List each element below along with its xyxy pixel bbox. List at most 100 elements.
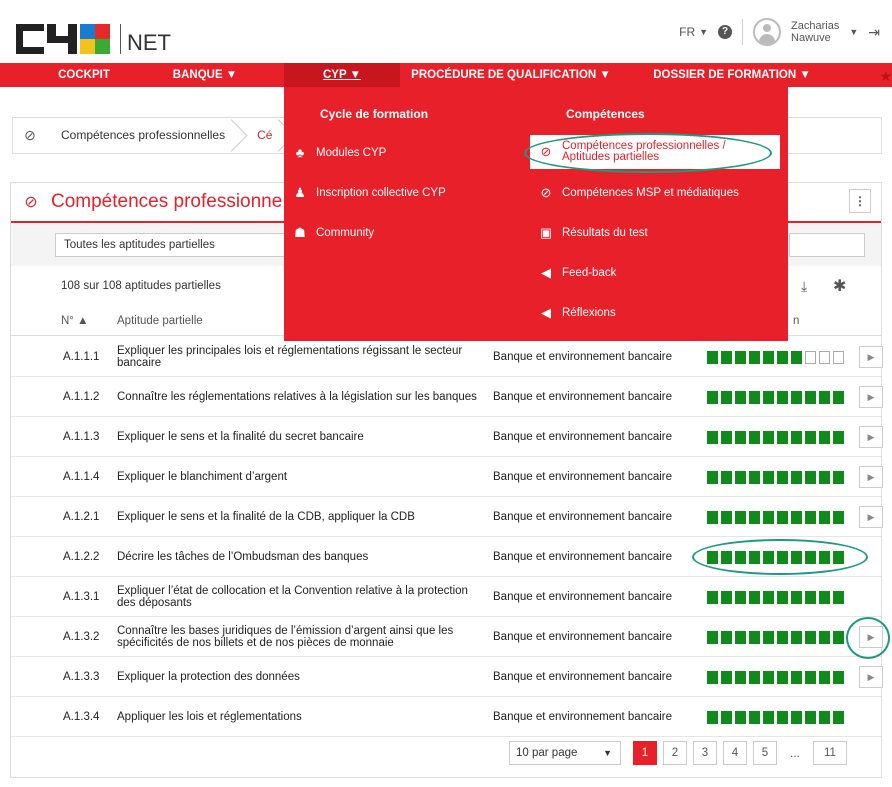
cyp-mega-menu: Cycle de formation ♣ Modules CYP ♟ Inscr… — [284, 87, 788, 341]
table-row[interactable]: A.1.1.2 Connaître les réglementations rel… — [11, 377, 883, 417]
user-name[interactable]: Zacharias Nawuve — [791, 20, 839, 44]
table-row[interactable]: A.1.3.2 Connaître les bases juridiques de… — [11, 617, 883, 657]
aptitude-filter-select[interactable]: Toutes les aptitudes partielles — [55, 233, 290, 257]
aptitude-number: A.1.1.3 — [63, 431, 100, 443]
star-icon[interactable]: ★ — [879, 68, 892, 85]
aptitude-title[interactable]: Appliquer les lois et réglementations — [117, 697, 489, 737]
table-row[interactable]: A.1.2.1 Expliquer le sens et la finalité … — [11, 497, 883, 537]
nav-dossier-formation[interactable]: DOSSIER DE FORMATION ▼ — [632, 63, 832, 87]
progress-block-filled — [763, 671, 774, 684]
search-input[interactable] — [789, 233, 865, 257]
aptitude-title[interactable]: Décrire les tâches de l’Ombudsman des ba… — [117, 537, 489, 577]
aptitude-title[interactable]: Expliquer le sens et la finalité du secr… — [117, 417, 489, 457]
aptitude-title[interactable]: Expliquer le blanchiment d’argent — [117, 457, 489, 497]
aptitude-category: Banque et environnement bancaire — [493, 431, 673, 443]
progress-block-filled — [749, 351, 760, 364]
download-icon[interactable]: ⤓ — [801, 278, 807, 295]
breadcrumb-item-competences[interactable]: Compétences professionnelles — [47, 117, 243, 154]
avatar[interactable] — [753, 18, 782, 46]
progress-block-filled — [833, 671, 844, 684]
page-button-5[interactable]: 5 — [753, 741, 777, 765]
page-button-1[interactable]: 1 — [633, 741, 657, 765]
menu-item-modules-cyp[interactable]: ♣ Modules CYP — [292, 145, 387, 160]
user-menu-caret-icon[interactable]: ▼ — [849, 27, 858, 37]
aptitude-title[interactable]: Expliquer l’état de collocation et la Co… — [117, 577, 489, 617]
nav-procedure-qualification[interactable]: PROCÉDURE DE QUALIFICATION ▼ — [404, 63, 618, 87]
language-selector[interactable]: FR ▼ — [679, 25, 708, 39]
menu-item-reflexions[interactable]: ◀ Réflexions — [538, 305, 616, 321]
panel-title: Compétences professionne — [51, 191, 283, 212]
nav-cockpit[interactable]: COCKPIT — [44, 63, 124, 87]
progress-block-filled — [819, 391, 830, 404]
menu-item-inscription-collective[interactable]: ♟ Inscription collective CYP — [292, 185, 446, 201]
per-page-select[interactable]: 10 par page ▼ — [509, 741, 621, 765]
table-row[interactable]: A.1.1.1 Expliquer les principales lois et… — [11, 337, 883, 377]
page-button-3[interactable]: 3 — [693, 741, 717, 765]
progress-block-filled — [763, 511, 774, 524]
progress-block-filled — [777, 631, 788, 644]
page-button-last[interactable]: 11 — [813, 741, 847, 765]
play-button[interactable]: ▶ — [859, 506, 883, 528]
progress-block-filled — [707, 671, 718, 684]
menu-item-community[interactable]: ☗ Community — [292, 225, 374, 241]
progress-block-filled — [833, 711, 844, 724]
progress-blocks — [707, 391, 844, 404]
aptitude-title[interactable]: Connaître les bases juridiques de l’émis… — [117, 617, 489, 657]
progress-block-filled — [721, 511, 732, 524]
nav-banque[interactable]: BANQUE ▼ — [150, 63, 260, 87]
menu-item-feedback[interactable]: ◀ Feed-back — [538, 265, 616, 281]
main-nav: COCKPIT BANQUE ▼ CYP ▼ PROCÉDURE DE QUAL… — [0, 63, 892, 87]
logout-icon[interactable]: ⇥ — [868, 24, 880, 41]
column-header-aptitude[interactable]: Aptitude partielle — [117, 315, 203, 327]
play-button[interactable]: ▶ — [859, 426, 883, 448]
gear-icon[interactable]: ✱ — [833, 276, 846, 296]
play-button[interactable]: ▶ — [859, 666, 883, 688]
progress-block-filled — [735, 391, 746, 404]
progress-block-filled — [791, 711, 802, 724]
table-row[interactable]: A.1.3.3 Expliquer la protection des donné… — [11, 657, 883, 697]
progress-block-filled — [707, 591, 718, 604]
table-row[interactable]: A.1.3.4 Appliquer les lois et réglementat… — [11, 697, 881, 737]
column-header-number[interactable]: N° ▲ — [61, 315, 88, 327]
play-button[interactable]: ▶ — [859, 346, 883, 368]
progress-block-filled — [805, 471, 816, 484]
table-row[interactable]: A.1.3.1 Expliquer l’état de collocation e… — [11, 577, 881, 617]
progress-block-filled — [805, 711, 816, 724]
aptitude-title[interactable]: Expliquer le sens et la finalité de la C… — [117, 497, 489, 537]
page-button-4[interactable]: 4 — [723, 741, 747, 765]
progress-blocks — [707, 351, 844, 364]
help-icon[interactable]: ? — [718, 25, 733, 39]
progress-block-empty — [833, 351, 844, 364]
play-button[interactable]: ▶ — [859, 386, 883, 408]
aptitude-title[interactable]: Expliquer les principales lois et réglem… — [117, 337, 489, 377]
menu-item-resultats-test[interactable]: ▣ Résultats du test — [538, 225, 648, 241]
per-page-label: 10 par page — [516, 747, 578, 759]
progress-blocks — [707, 671, 844, 684]
progress-block-filled — [707, 711, 718, 724]
play-button[interactable]: ▶ — [859, 466, 883, 488]
aptitude-title[interactable]: Connaître les réglementations relatives … — [117, 377, 489, 417]
menu-item-label: Modules CYP — [316, 146, 387, 159]
progress-block-filled — [777, 391, 788, 404]
page-button-2[interactable]: 2 — [663, 741, 687, 765]
menu-item-competences-msp[interactable]: ⊘ Compétences MSP et médiatiques — [538, 185, 739, 201]
progress-block-filled — [707, 471, 718, 484]
logo-net-text: NET — [127, 30, 171, 55]
cyp-logo[interactable]: NET — [16, 14, 171, 54]
progress-blocks — [707, 431, 844, 444]
progress-block-filled — [819, 511, 830, 524]
more-options-button[interactable]: ⋮ — [849, 189, 871, 213]
progress-block-filled — [777, 351, 788, 364]
progress-block-filled — [777, 591, 788, 604]
progress-block-filled — [735, 671, 746, 684]
progress-block-filled — [805, 391, 816, 404]
aptitude-title[interactable]: Expliquer la protection des données — [117, 657, 489, 697]
nav-cyp[interactable]: CYP ▼ — [284, 63, 400, 87]
table-row[interactable]: A.1.1.3 Expliquer le sens et la finalité … — [11, 417, 883, 457]
aptitude-number: A.1.1.4 — [63, 471, 100, 483]
caret-down-icon: ▼ — [603, 748, 612, 758]
progress-block-empty — [819, 351, 830, 364]
user-first-name: Zacharias — [791, 20, 840, 32]
table-row[interactable]: A.1.1.4 Expliquer le blanchiment d’argent… — [11, 457, 883, 497]
progress-block-filled — [735, 471, 746, 484]
